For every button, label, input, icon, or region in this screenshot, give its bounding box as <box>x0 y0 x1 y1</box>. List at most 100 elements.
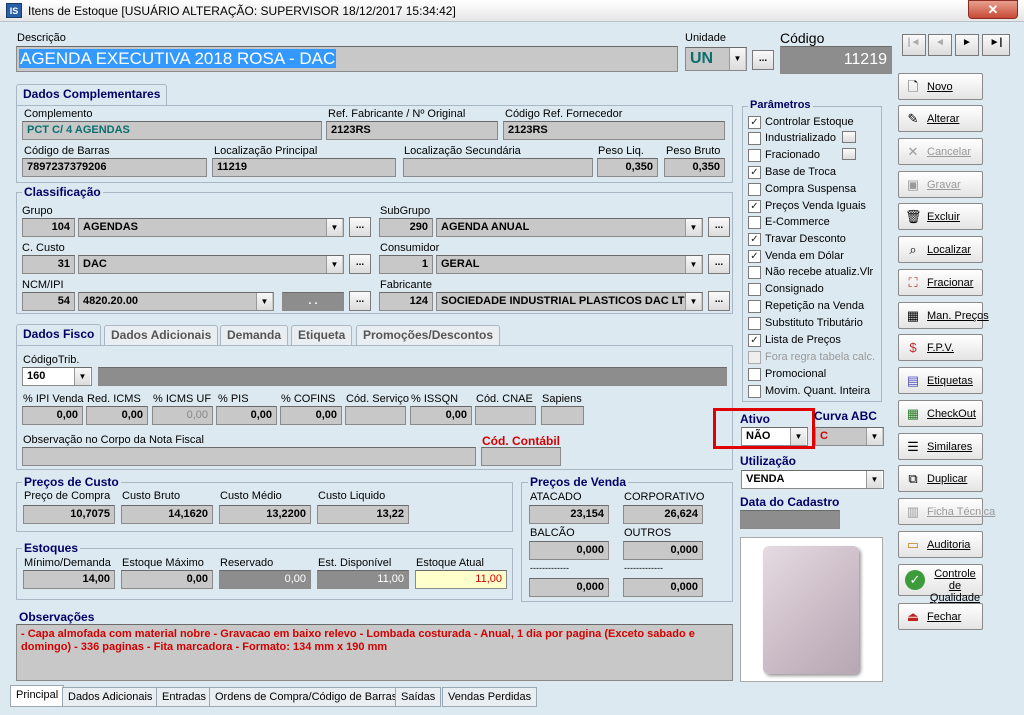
icms-uf-field[interactable]: 0,00 <box>152 406 213 425</box>
peso-liq-field[interactable]: 0,350 <box>597 158 658 177</box>
localizacao-principal-field[interactable]: 11219 <box>212 158 396 177</box>
similares-button[interactable]: ☰ Similares <box>898 433 983 460</box>
fpv-button[interactable]: $ F.P.V. <box>898 334 983 361</box>
checkbox-ecommerce[interactable] <box>748 216 761 229</box>
gravar-button[interactable]: ▣ Gravar <box>898 171 983 198</box>
consumidor-code[interactable]: 1 <box>379 255 433 274</box>
product-image[interactable] <box>740 537 883 682</box>
preco-compra-field[interactable]: 10,7075 <box>23 505 115 524</box>
red-icms-field[interactable]: 0,00 <box>86 406 148 425</box>
chevron-down-icon[interactable]: ▼ <box>866 428 882 445</box>
prev-record-button[interactable]: ◄ <box>928 34 952 56</box>
unidade-lookup-button[interactable]: ... <box>752 50 774 70</box>
checkbox-nao-recebe-atualiz[interactable] <box>748 266 761 279</box>
checkbox-consignado[interactable] <box>748 283 761 296</box>
chevron-down-icon[interactable]: ▼ <box>685 219 701 236</box>
blank2-field[interactable]: 0,000 <box>623 578 703 597</box>
fracionado-config-button[interactable] <box>842 148 856 160</box>
grupo-lookup-button[interactable]: ... <box>349 217 371 237</box>
first-record-button[interactable]: |◄ <box>902 34 926 56</box>
last-record-button[interactable]: ►| <box>982 34 1010 56</box>
subgrupo-lookup-button[interactable]: ... <box>708 217 730 237</box>
pis-field[interactable]: 0,00 <box>216 406 277 425</box>
checkbox-movim-quant-inteira[interactable] <box>748 385 761 398</box>
checkbox-fora-regra[interactable] <box>748 351 761 364</box>
tab-etiqueta[interactable]: Etiqueta <box>291 325 353 345</box>
estoque-atual-field[interactable]: 11,00 <box>415 570 507 589</box>
checkbox-controlar-estoque[interactable]: ✓ <box>748 116 761 129</box>
ncm-code[interactable]: 54 <box>22 292 75 311</box>
ncm-lookup-button[interactable]: ... <box>349 291 371 311</box>
maximo-field[interactable]: 0,00 <box>121 570 213 589</box>
checkbox-promocional[interactable] <box>748 368 761 381</box>
fabricante-code[interactable]: 124 <box>379 292 433 311</box>
observacoes-textarea[interactable]: - Capa almofada com material nobre - Gra… <box>16 624 733 681</box>
tab-principal[interactable]: Principal <box>10 685 65 707</box>
ref-fabricante-field[interactable]: 2123RS <box>326 121 498 140</box>
subgrupo-code[interactable]: 290 <box>379 218 433 237</box>
unidade-select[interactable]: UN ▼ <box>685 47 747 71</box>
tab-demanda[interactable]: Demanda <box>220 325 289 345</box>
cancelar-button[interactable]: ✕ Cancelar <box>898 138 983 165</box>
tab-vendas-perdidas[interactable]: Vendas Perdidas <box>442 687 538 707</box>
chevron-down-icon[interactable]: ▼ <box>685 293 701 310</box>
balcao-field[interactable]: 0,000 <box>529 541 609 560</box>
checkbox-fracionado[interactable] <box>748 149 761 162</box>
checkout-button[interactable]: ▦ CheckOut <box>898 400 983 427</box>
obs-nf-field[interactable] <box>22 447 476 466</box>
blank1-field[interactable]: 0,000 <box>529 578 609 597</box>
subgrupo-select[interactable]: AGENDA ANUAL ▼ <box>436 218 703 237</box>
cod-servico-field[interactable] <box>345 406 406 425</box>
next-record-button[interactable]: ► <box>955 34 979 56</box>
cnae-field[interactable] <box>475 406 536 425</box>
chevron-down-icon[interactable]: ▼ <box>326 219 342 236</box>
atacado-field[interactable]: 23,154 <box>529 505 609 524</box>
fabricante-lookup-button[interactable]: ... <box>708 291 730 311</box>
cofins-field[interactable]: 0,00 <box>280 406 342 425</box>
curva-abc-select[interactable]: C ▼ <box>815 427 884 446</box>
tab-bottom-dados-adicionais[interactable]: Dados Adicionais <box>62 687 159 707</box>
checkbox-substituto-tributario[interactable] <box>748 317 761 330</box>
chevron-down-icon[interactable]: ▼ <box>866 471 882 488</box>
controle-qualidade-button[interactable]: ✓ Controle de Qualidade <box>898 564 983 604</box>
chevron-down-icon[interactable]: ▼ <box>729 48 745 70</box>
novo-button[interactable]: 🗋 Novo <box>898 73 983 100</box>
checkbox-venda-dolar[interactable]: ✓ <box>748 250 761 263</box>
custo-medio-field[interactable]: 13,2200 <box>219 505 311 524</box>
cod-ref-fornecedor-field[interactable]: 2123RS <box>503 121 725 140</box>
issqn-field[interactable]: 0,00 <box>410 406 472 425</box>
checkbox-lista-precos[interactable]: ✓ <box>748 334 761 347</box>
custo-bruto-field[interactable]: 14,1620 <box>121 505 213 524</box>
custo-select[interactable]: DAC ▼ <box>78 255 344 274</box>
consumidor-lookup-button[interactable]: ... <box>708 254 730 274</box>
close-button[interactable]: ✕ <box>968 0 1018 19</box>
fracionar-button[interactable]: ⛶ Fracionar <box>898 269 983 296</box>
peso-bruto-field[interactable]: 0,350 <box>664 158 725 177</box>
utilizacao-select[interactable]: VENDA ▼ <box>741 470 884 489</box>
chevron-down-icon[interactable]: ▼ <box>685 256 701 273</box>
tab-ordens-compra[interactable]: Ordens de Compra/Código de Barras <box>209 687 404 707</box>
checkbox-compra-suspensa[interactable] <box>748 183 761 196</box>
corporativo-field[interactable]: 26,624 <box>623 505 703 524</box>
checkbox-repeticao-venda[interactable] <box>748 300 761 313</box>
tab-dados-fisco[interactable]: Dados Fisco <box>16 324 102 346</box>
minimo-field[interactable]: 14,00 <box>23 570 115 589</box>
tab-dados-complementares[interactable]: Dados Complementares <box>16 84 168 106</box>
industrializado-config-button[interactable] <box>842 131 856 143</box>
outros-field[interactable]: 0,000 <box>623 541 703 560</box>
ficha-tecnica-button[interactable]: ▥ Ficha Técnica <box>898 498 995 525</box>
ncm-select[interactable]: 4820.20.00 ▼ <box>78 292 274 311</box>
custo-code[interactable]: 31 <box>22 255 75 274</box>
checkbox-travar-desconto[interactable]: ✓ <box>748 233 761 246</box>
cod-contabil-field[interactable] <box>481 447 561 466</box>
grupo-select[interactable]: AGENDAS ▼ <box>78 218 344 237</box>
auditoria-button[interactable]: ▭ Auditoria <box>898 531 983 558</box>
custo-liquido-field[interactable]: 13,22 <box>317 505 409 524</box>
sapiens-field[interactable] <box>541 406 584 425</box>
chevron-down-icon[interactable]: ▼ <box>74 368 90 385</box>
duplicar-button[interactable]: ⧉ Duplicar <box>898 465 983 492</box>
checkbox-base-troca[interactable]: ✓ <box>748 166 761 179</box>
ipi-field[interactable]: 0,00 <box>22 406 83 425</box>
custo-lookup-button[interactable]: ... <box>349 254 371 274</box>
tab-dados-adicionais[interactable]: Dados Adicionais <box>104 325 219 345</box>
